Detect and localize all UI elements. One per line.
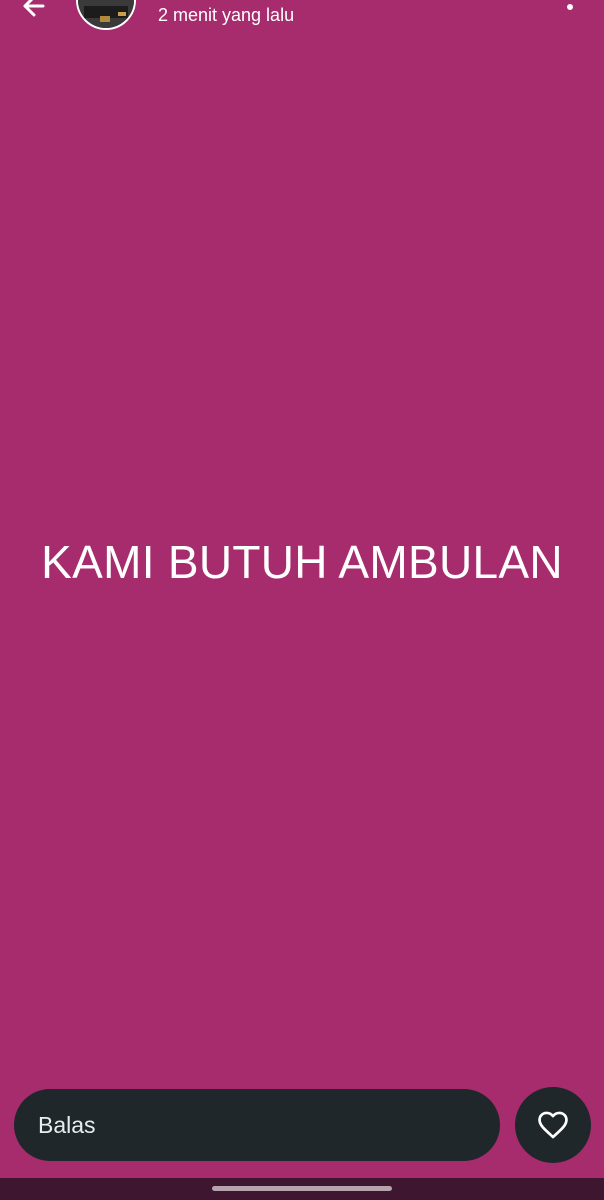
more-vertical-icon	[567, 4, 573, 10]
like-button[interactable]	[515, 1087, 591, 1163]
status-text: KAMI BUTUH AMBULAN	[41, 536, 563, 588]
home-handle[interactable]	[212, 1186, 392, 1191]
avatar[interactable]	[76, 0, 136, 30]
avatar-image	[78, 0, 134, 28]
reply-input[interactable]: Balas	[14, 1089, 500, 1161]
heart-icon	[538, 1111, 568, 1139]
status-screen[interactable]: 2 menit yang lalu KAMI BUTUH AMBULAN Bal…	[0, 0, 604, 1178]
arrow-back-icon	[23, 0, 45, 17]
navigation-bar	[0, 1178, 604, 1200]
status-timestamp: 2 menit yang lalu	[158, 5, 295, 25]
reply-placeholder: Balas	[38, 1111, 96, 1138]
back-button[interactable]	[14, 0, 54, 26]
more-options-button[interactable]	[556, 0, 584, 12]
